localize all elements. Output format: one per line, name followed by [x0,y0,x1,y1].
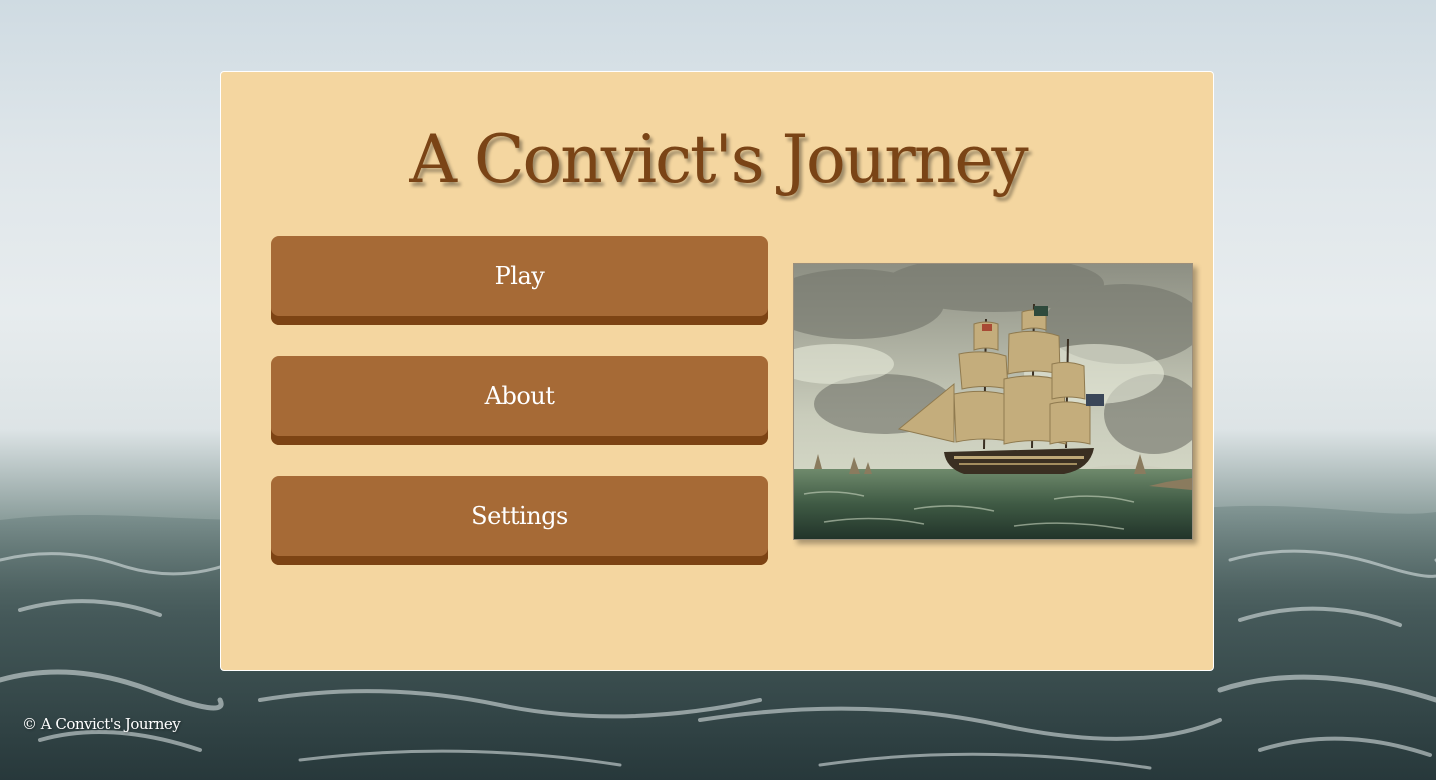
main-menu-panel: A Convict's Journey Play About Settings [220,71,1214,671]
copyright-footer: © A Convict's Journey [22,715,181,733]
settings-button[interactable]: Settings [271,476,768,565]
game-title: A Convict's Journey [409,121,1028,198]
ship-illustration [794,264,1192,539]
play-button[interactable]: Play [271,236,768,325]
about-button[interactable]: About [271,356,768,445]
sailing-ship-painting [793,263,1193,540]
